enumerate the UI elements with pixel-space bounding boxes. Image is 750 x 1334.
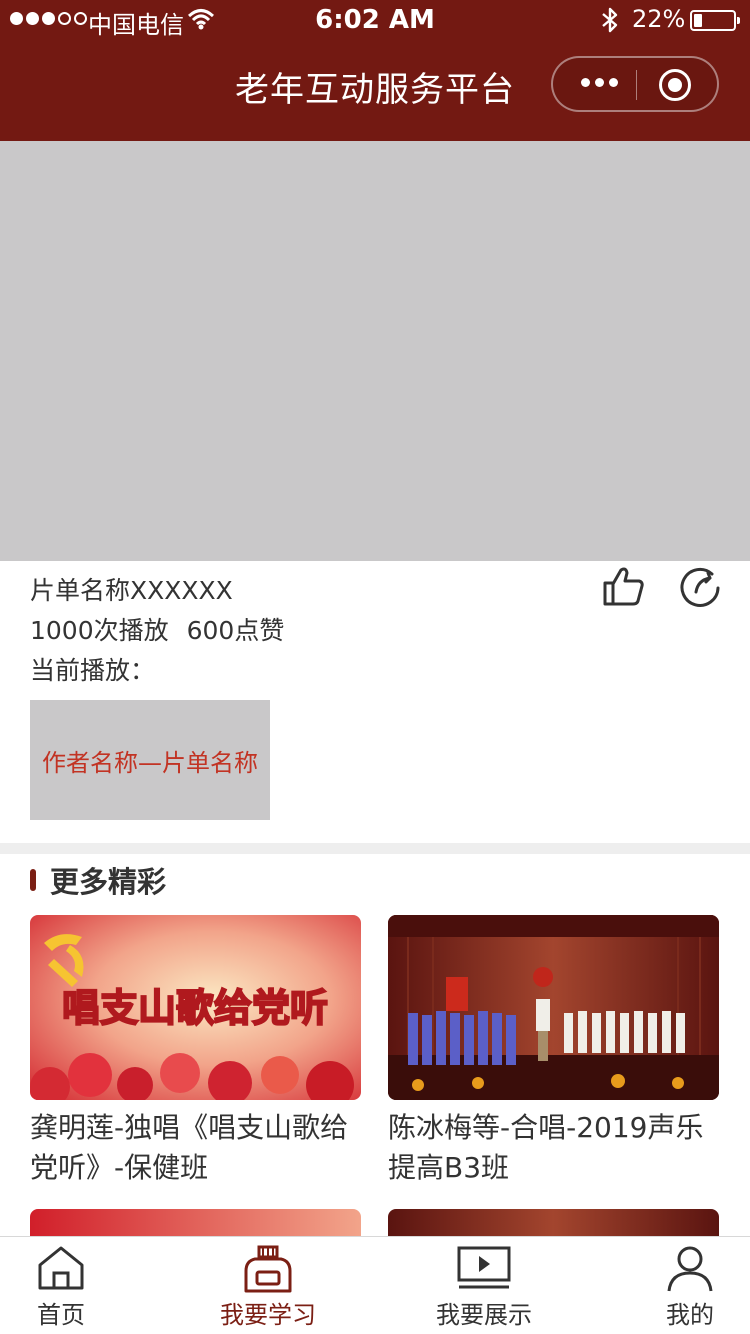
current-playing-label: 当前播放： [30, 656, 156, 685]
video-thumbnail[interactable] [30, 1209, 361, 1236]
tab-label: 我要展示 [436, 1301, 532, 1329]
section-accent-bar [30, 869, 36, 891]
video-thumbnail[interactable] [388, 1209, 719, 1236]
share-icon[interactable] [678, 564, 722, 612]
thumbs-up-icon[interactable] [602, 564, 646, 612]
more-section-header: 更多精彩 [30, 860, 166, 900]
video-player[interactable] [0, 141, 750, 561]
video-card[interactable]: 唱支山歌给党听 龚明莲-独唱《唱支山歌给党听》-保健班 [30, 915, 361, 1188]
top-bar: 中国电信 6:02 AM 22% 老年互动服务平台 [0, 0, 750, 141]
person-icon [665, 1245, 715, 1297]
tab-mine[interactable]: 我的 [640, 1237, 740, 1334]
tab-home[interactable]: 首页 [0, 1237, 122, 1334]
tab-label: 我要学习 [220, 1301, 316, 1329]
ink-bottle-icon [243, 1245, 293, 1299]
video-thumbnail[interactable] [388, 915, 719, 1100]
mini-program-capsule [551, 56, 719, 112]
bluetooth-icon [600, 6, 620, 38]
battery-percent: 22% [632, 5, 686, 33]
video-card[interactable] [388, 1209, 719, 1236]
video-card[interactable]: 陈冰梅等-合唱-2019声乐提高B3班 [388, 915, 719, 1188]
bottom-tab-bar: 首页 我要学习 我要展示 我的 [0, 1236, 750, 1334]
capsule-divider [636, 70, 637, 100]
tab-label: 首页 [37, 1301, 85, 1329]
video-caption: 陈冰梅等-合唱-2019声乐提高B3班 [388, 1111, 704, 1184]
playlist-stats: 1000次播放 600点赞 [30, 615, 720, 655]
more-section-title: 更多精彩 [50, 865, 167, 899]
tab-showcase[interactable]: 我要展示 [414, 1237, 554, 1334]
more-options-icon[interactable] [581, 78, 618, 87]
video-caption: 龚明莲-独唱《唱支山歌给党听》-保健班 [30, 1111, 349, 1184]
battery-icon [690, 10, 740, 31]
close-program-icon[interactable] [659, 69, 691, 101]
video-thumbnail[interactable]: 唱支山歌给党听 [30, 915, 361, 1100]
tab-learn[interactable]: 我要学习 [200, 1237, 336, 1334]
current-playing-title: 作者名称—片单名称 [42, 748, 258, 777]
play-count: 1000次播放 [30, 616, 169, 645]
status-bar: 中国电信 6:02 AM 22% [0, 0, 750, 40]
section-divider [0, 843, 750, 854]
current-playing-item[interactable]: 作者名称—片单名称 [30, 700, 270, 820]
video-screen-icon [456, 1245, 512, 1295]
tab-label: 我的 [666, 1301, 714, 1329]
app-root: 中国电信 6:02 AM 22% 老年互动服务平台 片单名称XXXXXX 100… [0, 0, 750, 1334]
banner-text: 唱支山歌给党听 [62, 985, 328, 1030]
like-count: 600点赞 [186, 616, 285, 645]
home-icon [36, 1245, 86, 1295]
video-card[interactable] [30, 1209, 361, 1236]
